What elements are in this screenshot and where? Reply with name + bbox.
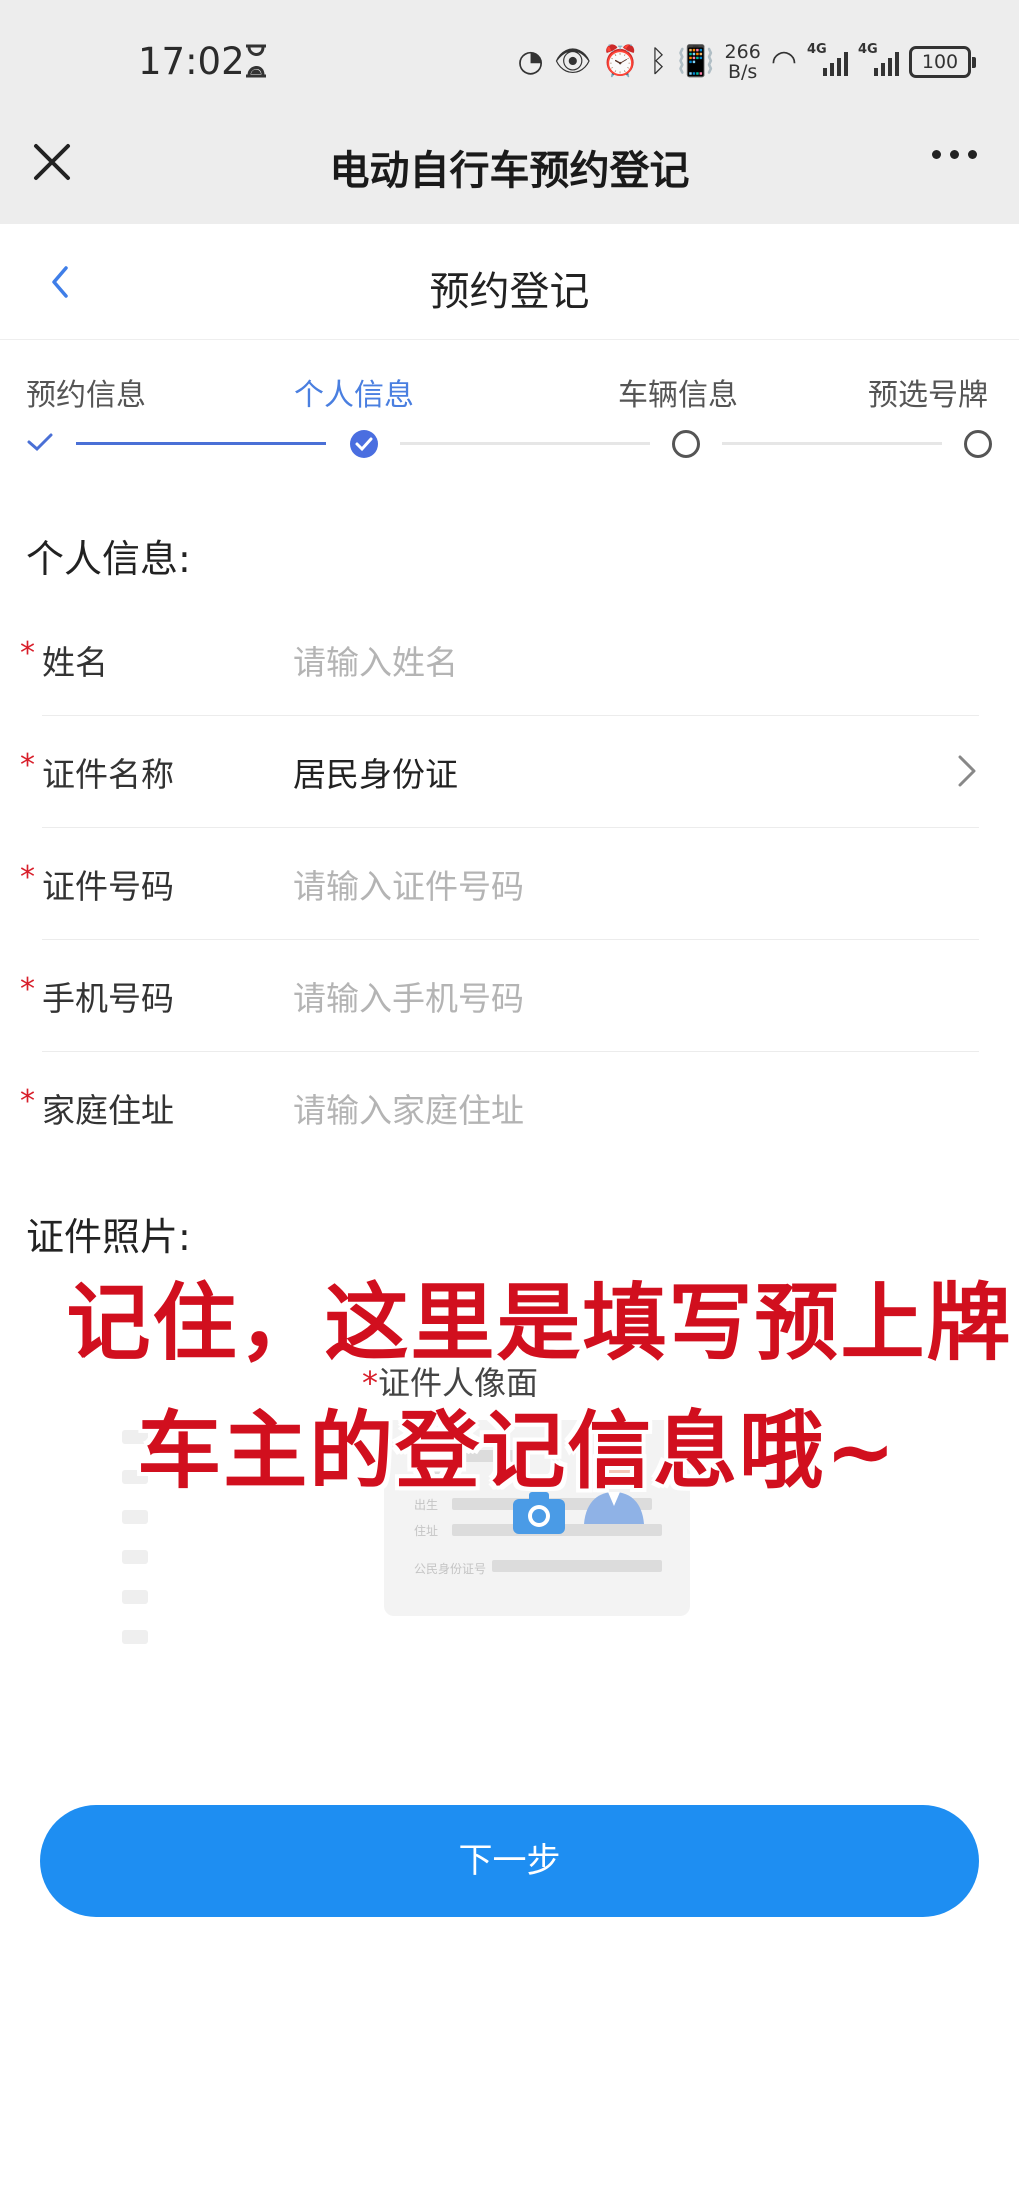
next-step-button[interactable]: 下一步	[40, 1805, 979, 1917]
field-label: 证件号码	[42, 867, 174, 906]
form-row-phone[interactable]: * 手机号码 请输入手机号码	[0, 940, 1019, 1052]
battery-icon: 100	[909, 46, 976, 78]
card-label: 住址	[414, 1524, 439, 1538]
page-header: 预约登记	[0, 224, 1019, 340]
check-icon	[355, 437, 373, 452]
step-connector	[722, 442, 942, 445]
chevron-right-icon[interactable]	[957, 754, 977, 788]
app-titlebar: 电动自行车预约登记	[0, 120, 1019, 224]
section-title-personal: 个人信息:	[26, 537, 191, 581]
network-speed-unit: B/s	[728, 61, 758, 83]
status-time: 17:02	[138, 40, 245, 83]
required-mark: *	[20, 972, 35, 1007]
name-input[interactable]: 请输入姓名	[293, 636, 458, 684]
required-mark: *	[20, 860, 35, 895]
bluetooth-icon: ᛒ	[649, 44, 668, 79]
network-speed-value: 266	[724, 41, 761, 63]
field-label: 证件名称	[42, 755, 174, 794]
step-pending-dot	[964, 430, 992, 458]
step-label-plate: 预选号牌	[868, 378, 988, 413]
field-label: 家庭住址	[42, 1091, 174, 1130]
overlay-caption-line1: 记住，这里是填写预上牌	[66, 1274, 1013, 1372]
required-mark: *	[20, 1084, 35, 1119]
form-row-id-type[interactable]: * 证件名称 居民身份证	[0, 716, 1019, 828]
step-connector-done	[76, 442, 326, 445]
vibrate-icon: 📳	[677, 44, 715, 79]
form-row-name[interactable]: * 姓名 请输入姓名	[0, 604, 1019, 716]
form-row-id-number[interactable]: * 证件号码 请输入证件号码	[0, 828, 1019, 940]
network-type-label: 4G	[858, 42, 878, 57]
form-row-address[interactable]: * 家庭住址 请输入家庭住址	[0, 1052, 1019, 1164]
app-title: 电动自行车预约登记	[329, 148, 690, 194]
id-type-select[interactable]: 居民身份证	[293, 748, 458, 796]
section-title-photo: 证件照片:	[26, 1215, 191, 1259]
step-label-personal: 个人信息	[294, 378, 414, 413]
status-bar: 17:02 ◔ 👁 ⏰ ᛒ 📳 266 B/s ◠ 4G 4G 100	[0, 0, 1019, 120]
step-connector	[400, 442, 650, 445]
wifi-icon: ◠	[770, 44, 797, 79]
eye-icon: 👁	[553, 44, 592, 79]
network-speed: 266 B/s	[725, 42, 761, 82]
required-mark: *	[20, 636, 35, 671]
page-title: 预约登记	[429, 269, 590, 315]
signal-icon: 4G	[807, 42, 848, 76]
card-label: 公民身份证号	[414, 1562, 487, 1576]
hourglass-icon	[246, 44, 266, 78]
signal-icon: 4G	[858, 42, 899, 76]
step-label-vehicle: 车辆信息	[618, 378, 738, 413]
speedometer-icon: ◔	[517, 44, 544, 79]
field-label: 姓名	[42, 643, 108, 682]
more-menu-icon[interactable]	[932, 150, 977, 159]
alarm-icon: ⏰	[601, 44, 640, 79]
step-done-check-icon	[27, 433, 53, 452]
step-pending-dot	[672, 430, 700, 458]
step-progress: 预约信息 个人信息 车辆信息 预选号牌	[0, 340, 1019, 480]
step-label-reservation: 预约信息	[26, 378, 146, 413]
field-label: 手机号码	[42, 979, 174, 1018]
network-type-label: 4G	[807, 42, 827, 57]
step-current-dot	[350, 430, 378, 458]
phone-input[interactable]: 请输入手机号码	[293, 972, 524, 1020]
required-mark: *	[20, 748, 35, 783]
overlay-caption-line2: 车主的登记信息哦~	[137, 1402, 898, 1500]
id-number-input[interactable]: 请输入证件号码	[293, 860, 524, 908]
address-input[interactable]: 请输入家庭住址	[293, 1084, 524, 1132]
status-icons: ◔ 👁 ⏰ ᛒ 📳 266 B/s ◠ 4G 4G 100	[517, 38, 976, 86]
